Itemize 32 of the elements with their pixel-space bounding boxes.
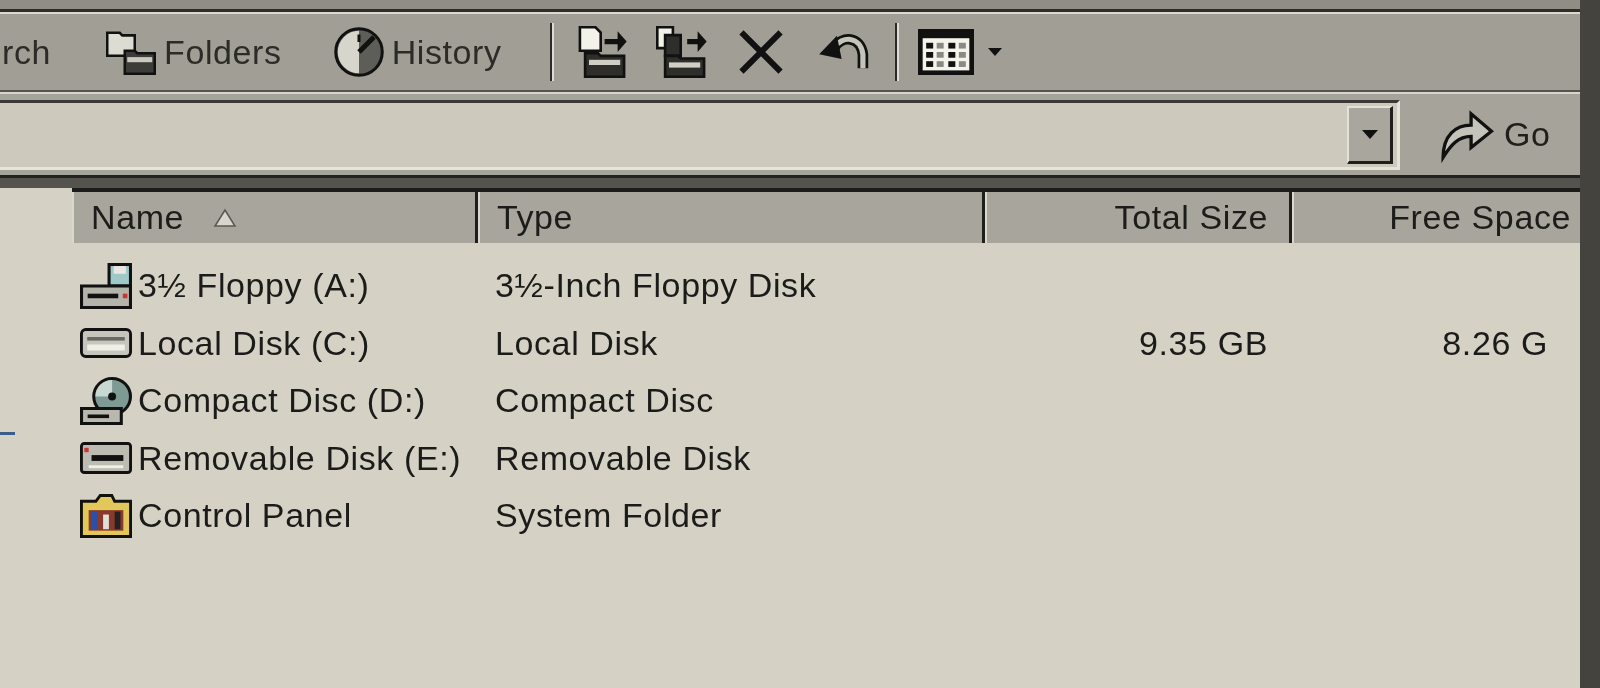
clock-icon — [333, 27, 384, 77]
caret-icon — [1361, 129, 1378, 139]
history-button[interactable]: History — [333, 27, 502, 77]
folders-icon — [106, 29, 157, 75]
drive-type: Compact Disc — [495, 381, 714, 421]
drive-name[interactable]: Removable Disk (E:) — [138, 438, 462, 478]
cross-icon[interactable] — [737, 29, 784, 75]
column-header[interactable]: Name — [72, 192, 478, 243]
toolbar-button[interactable]: rch — [2, 32, 52, 72]
drive-name[interactable]: Compact Disc (D:) — [138, 381, 426, 421]
total-size: 9.35 GB — [1139, 323, 1268, 363]
floppy-drive-icon — [80, 262, 132, 309]
address-field[interactable] — [0, 99, 1400, 170]
folders-button[interactable]: Folders — [106, 29, 282, 75]
column-header[interactable]: Total Size — [985, 192, 1292, 243]
tool-folder-icon — [80, 493, 132, 538]
caret-icon[interactable] — [987, 48, 1002, 56]
free-space: 8.26 G — [1442, 323, 1548, 363]
drive-type: System Folder — [495, 496, 722, 536]
pages-to-folder-icon[interactable] — [655, 26, 708, 78]
cd-drive-icon — [80, 376, 132, 425]
dropdown-button[interactable] — [1347, 105, 1393, 164]
grid-icon[interactable] — [917, 29, 974, 75]
drive-type: 3½-Inch Floppy Disk — [495, 266, 817, 306]
drive-type: Removable Disk — [495, 438, 751, 478]
curved-arrow-icon — [1438, 109, 1494, 160]
drive-name[interactable]: 3½ Floppy (A:) — [138, 266, 370, 306]
drive-type: Local Disk — [495, 323, 658, 363]
drive-name[interactable]: Control Panel — [138, 496, 352, 536]
go-button[interactable]: Go — [1438, 109, 1551, 160]
drive-name[interactable]: Local Disk (C:) — [138, 323, 370, 363]
column-header[interactable]: Type — [478, 192, 985, 243]
